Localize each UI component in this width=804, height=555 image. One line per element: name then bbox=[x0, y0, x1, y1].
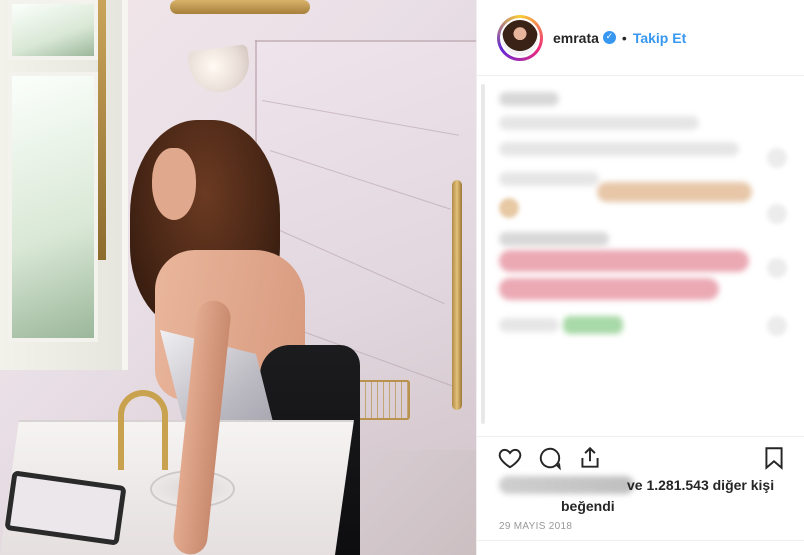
blurred-comment bbox=[499, 142, 739, 156]
blurred-avatar bbox=[499, 198, 519, 218]
window bbox=[0, 0, 128, 370]
post-date[interactable]: 29 MAYIS 2018 bbox=[499, 521, 572, 532]
post-actions-bar bbox=[477, 436, 804, 476]
blurred-comment bbox=[597, 182, 752, 202]
blurred-like-icon bbox=[767, 204, 787, 224]
blurred-comment bbox=[499, 232, 609, 246]
likes-count[interactable]: ve 1.281.543 diğer kişi bbox=[627, 477, 774, 493]
post-photo[interactable] bbox=[0, 0, 476, 555]
share-icon[interactable] bbox=[577, 445, 603, 471]
person-face bbox=[152, 148, 196, 220]
faucet bbox=[118, 390, 168, 470]
blurred-like-icon bbox=[767, 148, 787, 168]
blurred-like-icon bbox=[767, 258, 787, 278]
comments-section[interactable] bbox=[477, 76, 804, 436]
blurred-comment bbox=[499, 318, 559, 332]
brass-rod bbox=[170, 0, 310, 14]
bookmark-icon[interactable] bbox=[761, 445, 787, 471]
heart-icon[interactable] bbox=[497, 445, 523, 471]
comments-scrollbar[interactable] bbox=[481, 84, 485, 424]
blurred-comment bbox=[499, 172, 599, 186]
blurred-comment bbox=[499, 250, 749, 272]
avatar-story-ring[interactable] bbox=[497, 14, 543, 61]
brass-pipe bbox=[452, 180, 462, 410]
post-side-panel: emrata ✓ • Takip Et ve 1.281.543 diğer k… bbox=[476, 0, 804, 555]
post-header: emrata ✓ • Takip Et bbox=[477, 0, 804, 76]
comment-icon[interactable] bbox=[537, 445, 563, 471]
avatar[interactable] bbox=[500, 17, 540, 58]
blurred-comment bbox=[499, 92, 559, 106]
blurred-comment bbox=[499, 278, 719, 300]
wall-lamp bbox=[187, 44, 253, 96]
blurred-comment bbox=[563, 316, 623, 334]
divider bbox=[477, 540, 804, 541]
verified-badge-icon: ✓ bbox=[602, 31, 616, 44]
separator-dot: • bbox=[621, 29, 627, 46]
blurred-comment bbox=[499, 116, 699, 130]
likes-suffix: beğendi bbox=[561, 498, 615, 514]
follow-button[interactable]: Takip Et bbox=[633, 30, 686, 46]
blurred-like-icon bbox=[767, 316, 787, 336]
username-link[interactable]: emrata bbox=[553, 30, 599, 46]
blurred-liker-names bbox=[499, 476, 634, 494]
